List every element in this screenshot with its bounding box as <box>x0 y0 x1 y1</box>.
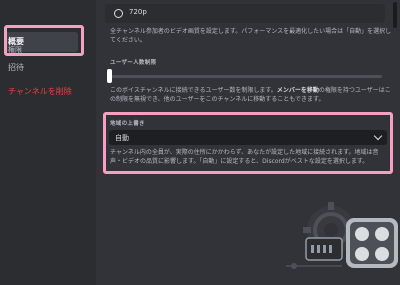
radio-button[interactable] <box>114 9 123 18</box>
user-limit-title: ユーザー人数制限 <box>110 60 157 66</box>
region-override-title: 地域の上書き <box>110 121 145 127</box>
user-limit-description-bold: メンバーを移動 <box>276 87 319 94</box>
region-override-description: チャンネル内の全員が、実際の住所にかかわらず、あなたが設定した地域に接続されます… <box>110 149 379 165</box>
user-limit-description-pre: このボイスチャンネルに接続できるユーザー数を制限します。 <box>110 87 277 94</box>
user-limit-slider-track[interactable] <box>110 75 382 78</box>
illustration-gear-radio-icon <box>286 202 398 269</box>
sidebar-item-invites[interactable]: 招待 <box>4 58 78 78</box>
highlight-overview <box>4 25 84 56</box>
settings-sidebar: 概要 権限 招待 チャンネルを削除 <box>0 0 96 285</box>
chevron-down-icon <box>373 131 383 141</box>
video-quality-description: 全チャンネル参加者のビデオ画質を設定します。パフォーマンスを最適化したい場合は「… <box>110 28 392 44</box>
user-limit-description: このボイスチャンネルに接続できるユーザー数を制限します。メンバーを移動の権限を持… <box>110 86 395 104</box>
user-limit-slider-handle[interactable] <box>107 69 112 83</box>
sidebar-item-delete-channel[interactable]: チャンネルを削除 <box>4 82 94 102</box>
radio-label: 720p <box>129 8 147 16</box>
region-select-value: 自動 <box>115 134 129 142</box>
settings-main: 720p 全チャンネル参加者のビデオ画質を設定します。パフォーマンスを最適化した… <box>96 0 398 285</box>
video-quality-option-720p[interactable]: 720p <box>105 4 385 23</box>
scrollbar[interactable] <box>393 2 397 28</box>
region-select[interactable]: 自動 <box>109 130 387 145</box>
